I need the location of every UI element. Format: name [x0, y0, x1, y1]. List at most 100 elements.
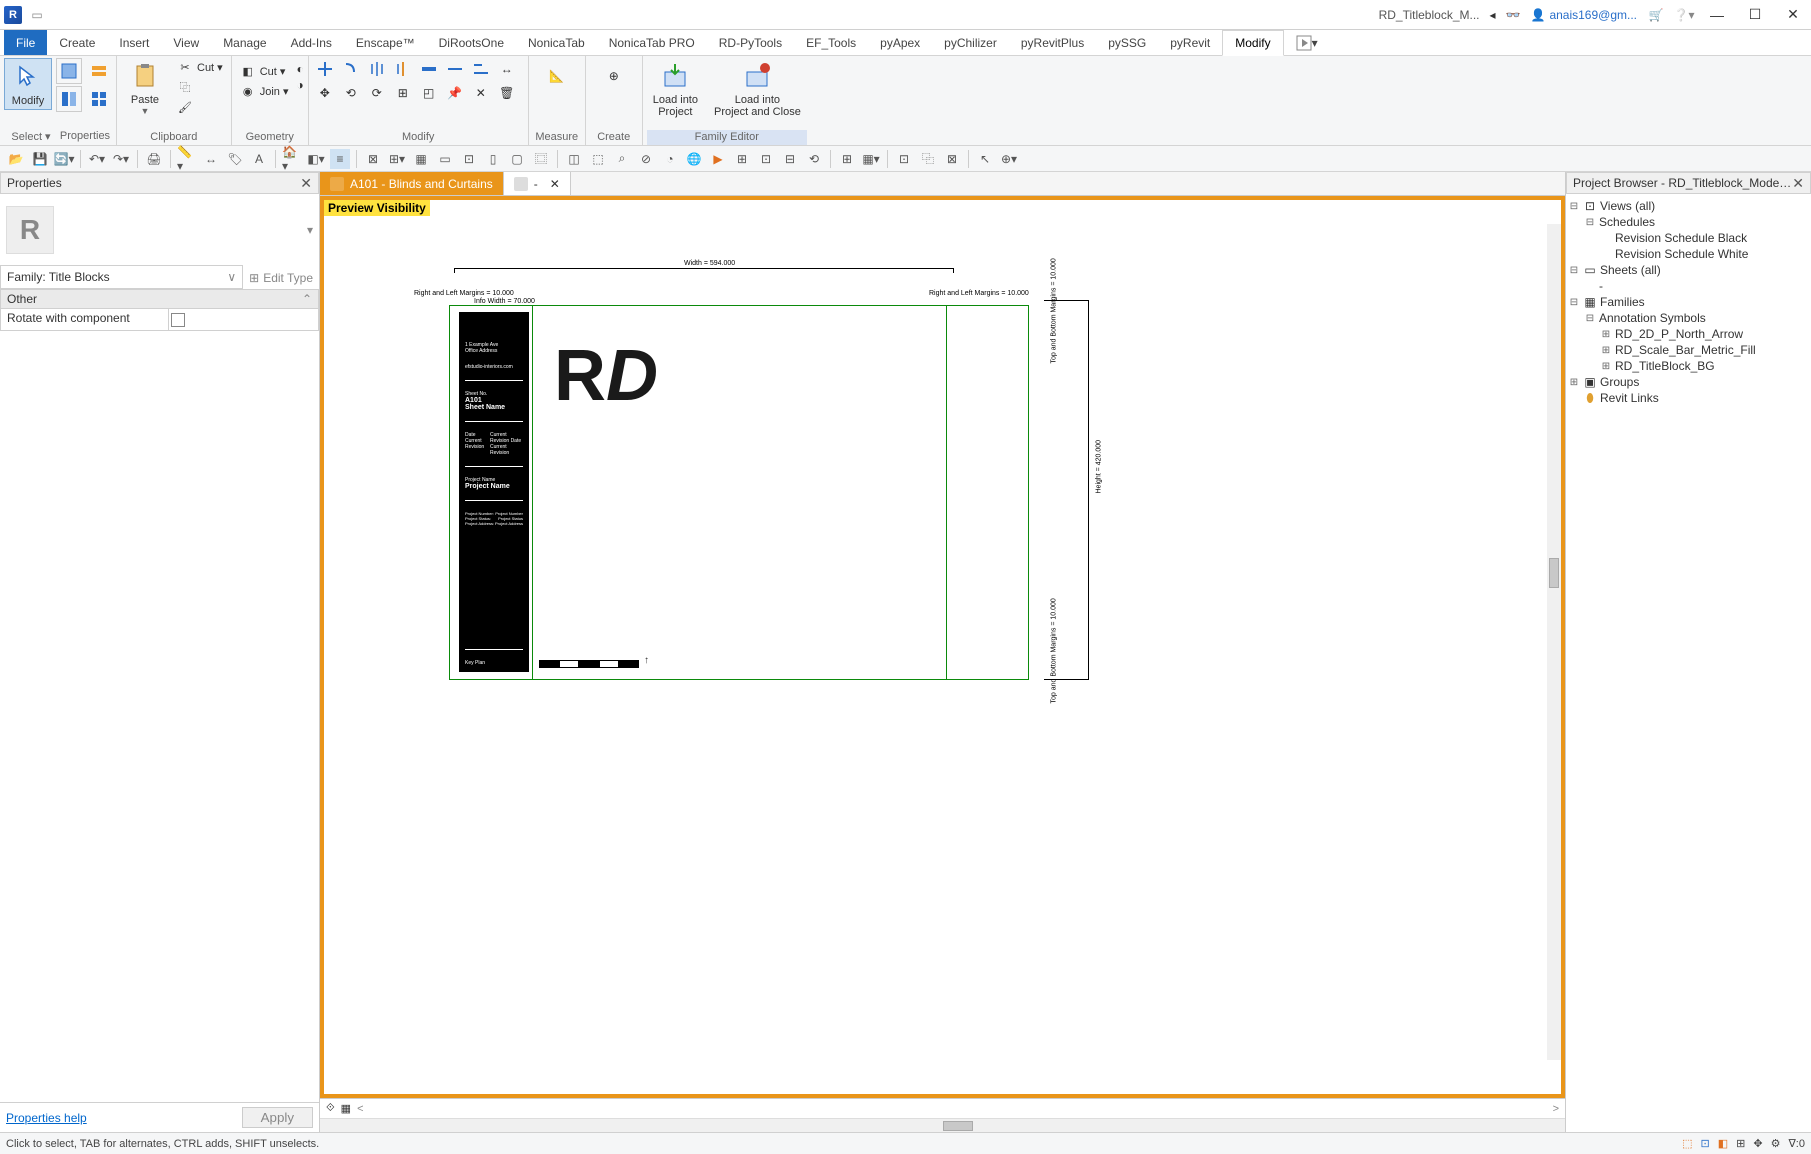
tree-sheets[interactable]: ⊟▭Sheets (all) — [1568, 262, 1809, 278]
status-icon-3[interactable]: ◧ — [1718, 1137, 1728, 1150]
align-icon[interactable] — [313, 58, 337, 80]
q-5[interactable]: ⬚ — [588, 149, 608, 169]
horizontal-scrollbar[interactable] — [320, 1118, 1565, 1132]
ribbon-tab-enscape[interactable]: Enscape™ — [344, 30, 427, 55]
sync-icon[interactable]: 🔄▾ — [54, 149, 74, 169]
prop-section-other[interactable]: Other ⌃ — [0, 289, 319, 309]
q-15[interactable]: ⊞ — [837, 149, 857, 169]
binoculars-icon[interactable]: 👓 — [1506, 8, 1521, 22]
scale-icon[interactable]: ◰ — [417, 82, 441, 104]
move-icon[interactable]: ✥ — [313, 82, 337, 104]
array-icon[interactable]: ⊞ — [391, 82, 415, 104]
ribbon-tab-manage[interactable]: Manage — [211, 30, 278, 55]
type-selector[interactable]: R ▾ — [0, 194, 319, 266]
cart-icon[interactable]: 🛒 — [1647, 6, 1665, 24]
measure-button[interactable]: 📐 — [533, 58, 581, 94]
cut-button[interactable]: ✂Cut ▾ — [173, 58, 227, 76]
q-4[interactable]: ◫ — [564, 149, 584, 169]
select-dropdown[interactable]: Select ▾ — [4, 130, 58, 143]
prop-tool-icon[interactable] — [56, 86, 82, 112]
tree-groups[interactable]: ⊞▣Groups — [1568, 374, 1809, 390]
tab-views-icon[interactable]: ▭ — [435, 149, 455, 169]
q-1[interactable]: ▯ — [483, 149, 503, 169]
split-icon[interactable] — [417, 58, 441, 80]
pin-icon[interactable]: 📌 — [443, 82, 467, 104]
dim-icon[interactable]: ↔ — [495, 58, 519, 80]
type-dropdown-icon[interactable]: ▾ — [307, 223, 313, 237]
q-17[interactable]: ⊡ — [894, 149, 914, 169]
close-tab-icon[interactable]: ✕ — [550, 177, 560, 191]
q-7[interactable]: ⊘ — [636, 149, 656, 169]
close-inactive-icon[interactable]: ⊠ — [363, 149, 383, 169]
ribbon-tab-pyssg[interactable]: pySSG — [1096, 30, 1158, 55]
q-13[interactable]: ⊟ — [780, 149, 800, 169]
tree-rev-black[interactable]: Revision Schedule Black — [1600, 230, 1809, 246]
trim-icon[interactable] — [443, 58, 467, 80]
ribbon-tab-nonicatabpro[interactable]: NonicaTab PRO — [597, 30, 707, 55]
close-window-button[interactable]: ✕ — [1779, 5, 1807, 25]
tree-sheet-dash[interactable]: - — [1584, 278, 1809, 294]
tree-views[interactable]: ⊟⊡Views (all) — [1568, 198, 1809, 214]
ribbon-tab-pyrevit[interactable]: pyRevit — [1158, 30, 1222, 55]
tree-anno[interactable]: ⊟Annotation Symbols — [1584, 310, 1809, 326]
tree-families[interactable]: ⊟▦Families — [1568, 294, 1809, 310]
ribbon-tab-addins[interactable]: Add-Ins — [279, 30, 344, 55]
thinlines-icon[interactable]: ≡ — [330, 149, 350, 169]
load-close-button[interactable]: Load intoProject and Close — [708, 58, 807, 120]
q-3[interactable]: ⿴ — [531, 149, 551, 169]
open-icon[interactable]: 📂 — [6, 149, 26, 169]
tree-links[interactable]: ⬮Revit Links — [1568, 390, 1809, 406]
q-18[interactable]: ⿻ — [918, 149, 938, 169]
properties-help-link[interactable]: Properties help — [6, 1111, 87, 1125]
help-icon[interactable]: ❔▾ — [1675, 6, 1693, 24]
q-19[interactable]: ⊠ — [942, 149, 962, 169]
q-9[interactable]: 🌐 — [684, 149, 704, 169]
load-into-project-button[interactable]: Load intoProject — [647, 58, 704, 120]
q-10[interactable]: ▶ — [708, 149, 728, 169]
view-tab-active[interactable]: A101 - Blinds and Curtains — [320, 172, 504, 195]
mirror-pick-icon[interactable] — [365, 58, 389, 80]
tree-rev-white[interactable]: Revision Schedule White — [1600, 246, 1809, 262]
ribbon-tab-create[interactable]: Create — [47, 30, 107, 55]
mirror-draw-icon[interactable] — [391, 58, 415, 80]
ribbon-tab-pychilizer[interactable]: pyChilizer — [932, 30, 1009, 55]
apply-button[interactable]: Apply — [242, 1107, 313, 1128]
tile-icon[interactable]: ▦ — [411, 149, 431, 169]
q-14[interactable]: ⟲ — [804, 149, 824, 169]
q-16[interactable]: ▦▾ — [861, 149, 881, 169]
ribbon-tab-rdpytools[interactable]: RD-PyTools — [707, 30, 794, 55]
q-2[interactable]: ▢ — [507, 149, 527, 169]
filter-icon[interactable]: ∇:0 — [1788, 1137, 1805, 1150]
tree-schedules[interactable]: ⊟Schedules — [1584, 214, 1809, 230]
geom-tool-2-icon[interactable]: ◑ — [296, 78, 303, 92]
ribbon-tab-modify[interactable]: Modify — [1222, 30, 1283, 56]
ribbon-tab-pyapex[interactable]: pyApex — [868, 30, 932, 55]
measure-qat-icon[interactable]: 📏▾ — [177, 149, 197, 169]
ribbon-tab-nonicatab[interactable]: NonicaTab — [516, 30, 597, 55]
save-icon[interactable]: 💾 — [30, 149, 50, 169]
detail-level-icon[interactable]: ▦ — [341, 1102, 351, 1115]
scale-control[interactable]: ⟐ — [326, 1102, 335, 1115]
q-8[interactable]: ◔ — [660, 149, 680, 169]
q-21[interactable]: ⊕▾ — [999, 149, 1019, 169]
filter-prop-icon[interactable] — [86, 58, 112, 84]
status-icon-5[interactable]: ✥ — [1753, 1137, 1762, 1150]
maximize-button[interactable]: ☐ — [1741, 5, 1769, 25]
rotate-checkbox[interactable] — [171, 313, 185, 327]
type-prop-icon[interactable] — [56, 58, 82, 84]
copy-button[interactable]: ⿻ — [173, 78, 227, 96]
unpin-icon[interactable]: ✕ — [469, 82, 493, 104]
ribbon-tab-pyrevitplus[interactable]: pyRevitPlus — [1009, 30, 1096, 55]
paste-button[interactable]: Paste ▼ — [121, 58, 169, 118]
join-button[interactable]: ◉Join ▾ — [236, 82, 293, 100]
tree-fam1[interactable]: ⊞RD_2D_P_North_Arrow — [1600, 326, 1809, 342]
undo-icon[interactable]: ↶▾ — [87, 149, 107, 169]
modify-tool-button[interactable]: Modify — [4, 58, 52, 110]
rotate-icon[interactable]: ⟲ — [339, 82, 363, 104]
status-icon-4[interactable]: ⊞ — [1736, 1137, 1745, 1150]
switch-win-icon[interactable]: ⊞▾ — [387, 149, 407, 169]
drawing-canvas[interactable]: Preview Visibility Width = 594.000 Right… — [320, 196, 1565, 1098]
user-account[interactable]: 👤 anais169@gm... — [1530, 8, 1637, 22]
ribbon-tab-dirootsone[interactable]: DiRootsOne — [427, 30, 516, 55]
vertical-scrollbar[interactable] — [1547, 224, 1561, 1060]
